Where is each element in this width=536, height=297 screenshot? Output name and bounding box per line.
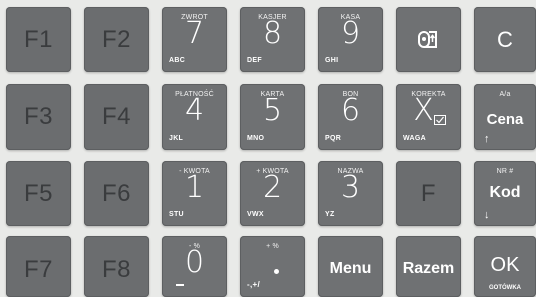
key-2[interactable]: + KWOTA 2 VWX xyxy=(240,161,305,226)
key-8-digit: 8 xyxy=(262,16,283,51)
f5-label: F5 xyxy=(23,179,53,207)
key-dot-top-label: + % xyxy=(266,243,279,250)
f6-key[interactable]: F6 xyxy=(84,161,149,226)
menu-label: Menu xyxy=(329,260,372,277)
key-0[interactable]: - % 0 xyxy=(162,236,227,297)
cena-label: Cena xyxy=(486,111,524,128)
f8-key[interactable]: F8 xyxy=(84,236,149,297)
cena-key[interactable]: A/a Cena ↑ xyxy=(474,84,536,150)
menu-key[interactable]: Menu xyxy=(318,236,383,297)
cena-top-label: A/a xyxy=(499,91,511,98)
key-4-digit: 4 xyxy=(184,93,205,128)
korekta-sub-label: WAGA xyxy=(403,135,426,142)
key-8-letters: DEF xyxy=(247,57,262,64)
razem-label: Razem xyxy=(402,260,455,277)
key-2-digit: 2 xyxy=(262,170,283,205)
f7-key[interactable]: F7 xyxy=(6,236,71,297)
f5-key[interactable]: F5 xyxy=(6,161,71,226)
scale-check-icon xyxy=(434,115,446,125)
key-5-digit: 5 xyxy=(262,93,283,128)
key-4[interactable]: PŁATNOŚĆ 4 JKL xyxy=(162,84,227,150)
korekta-x-symbol: X xyxy=(413,93,434,128)
clear-key[interactable]: C xyxy=(474,7,536,72)
key-3-letters: YZ xyxy=(325,211,335,218)
key-1-digit: 1 xyxy=(184,170,205,205)
arrow-down-icon: ↓ xyxy=(484,209,490,221)
arrow-up-icon: ↑ xyxy=(484,133,490,145)
key-3-digit: 3 xyxy=(340,170,361,205)
paper-feed-key[interactable] xyxy=(396,7,461,72)
kod-top-label: NR # xyxy=(496,168,514,175)
f2-key[interactable]: F2 xyxy=(84,7,149,72)
key-1[interactable]: - KWOTA 1 STU xyxy=(162,161,227,226)
key-9-letters: GHI xyxy=(325,57,339,64)
paper-feed-icon xyxy=(418,31,437,48)
decimal-point-mark xyxy=(274,269,279,274)
f7-label: F7 xyxy=(23,256,53,283)
kod-key[interactable]: NR # Kod ↓ xyxy=(474,161,536,226)
f-key[interactable]: F xyxy=(396,161,461,226)
f2-label: F2 xyxy=(101,25,131,53)
key-5[interactable]: KARTA 5 MNO xyxy=(240,84,305,150)
f6-label: F6 xyxy=(101,179,131,207)
key-9[interactable]: KASA 9 GHI xyxy=(318,7,383,72)
f3-key[interactable]: F3 xyxy=(6,84,71,150)
key-7[interactable]: ZWROT 7 ABC xyxy=(162,7,227,72)
ok-sub-label: GOTÓWKA xyxy=(489,285,521,291)
f1-label: F1 xyxy=(23,25,53,53)
f4-label: F4 xyxy=(101,103,131,130)
key-5-letters: MNO xyxy=(247,135,265,142)
key-7-digit: 7 xyxy=(184,16,205,51)
f3-label: F3 xyxy=(23,103,53,130)
key-2-letters: VWX xyxy=(247,211,264,218)
key-6-digit: 6 xyxy=(340,93,361,128)
ok-label: OK xyxy=(490,254,520,276)
key-3[interactable]: NAZWA 3 YZ xyxy=(318,161,383,226)
key-6[interactable]: BON 6 PQR xyxy=(318,84,383,150)
razem-key[interactable]: Razem xyxy=(396,236,461,297)
key-9-digit: 9 xyxy=(340,16,361,51)
key-7-letters: ABC xyxy=(169,57,186,64)
key-6-letters: PQR xyxy=(325,135,342,142)
clear-label: C xyxy=(497,26,513,52)
f1-key[interactable]: F1 xyxy=(6,7,71,72)
ok-key[interactable]: OK GOTÓWKA xyxy=(474,236,536,297)
key-8[interactable]: KASJER 8 DEF xyxy=(240,7,305,72)
key-dot-sub-label: -,+/ xyxy=(247,280,260,289)
korekta-key[interactable]: KOREKTA X WAGA xyxy=(396,84,461,150)
key-0-digit: 0 xyxy=(184,245,205,280)
kod-label: Kod xyxy=(489,184,521,201)
key-4-letters: JKL xyxy=(169,135,184,142)
f4-key[interactable]: F4 xyxy=(84,84,149,150)
underscore-mark xyxy=(176,284,184,286)
key-1-letters: STU xyxy=(169,211,184,218)
f8-label: F8 xyxy=(101,256,131,283)
f-label: F xyxy=(420,179,437,207)
key-dot[interactable]: + % -,+/ xyxy=(240,236,305,297)
